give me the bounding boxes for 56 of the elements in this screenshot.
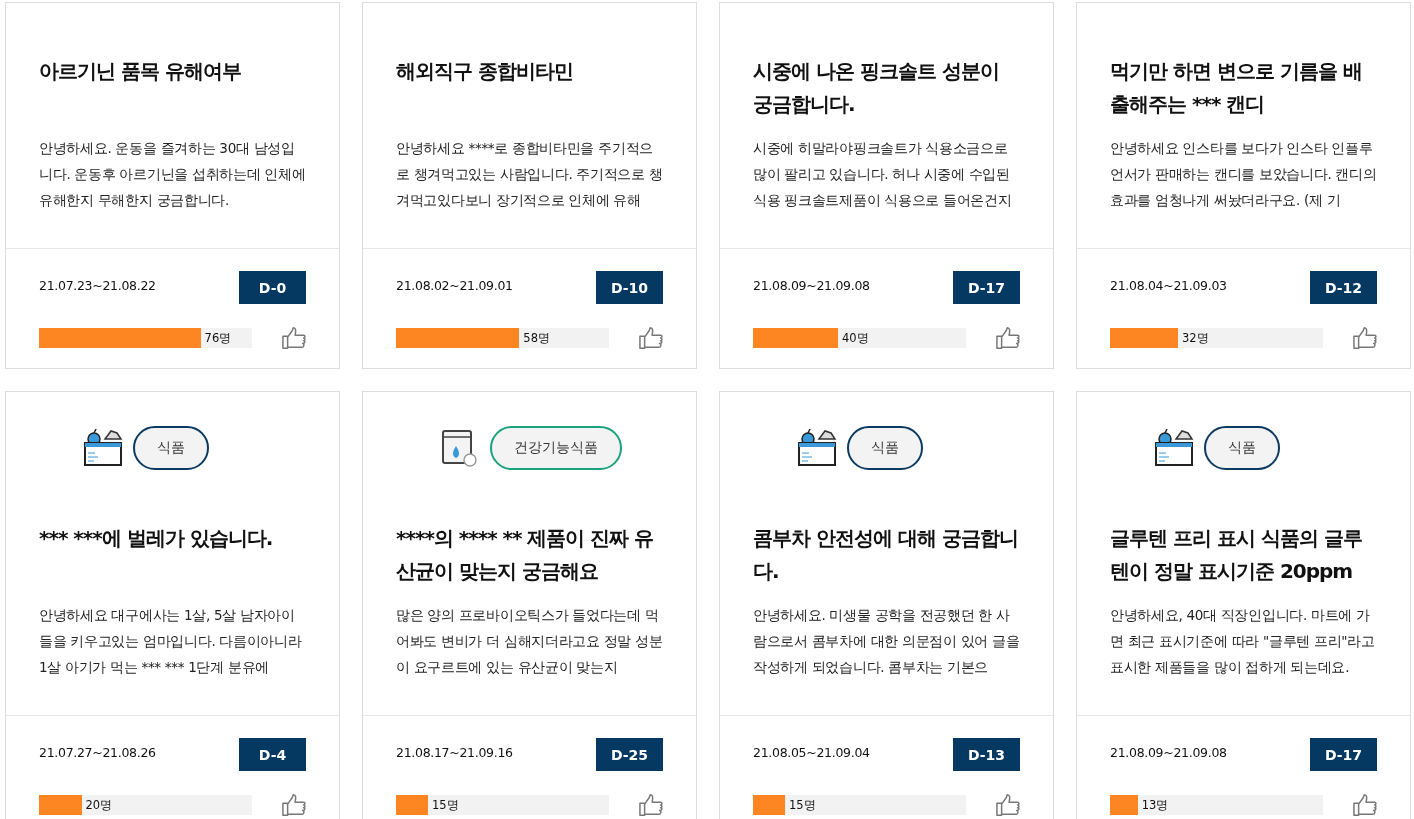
vote-count: 13명 bbox=[1141, 797, 1169, 813]
vote-count: 32명 bbox=[1182, 330, 1209, 346]
question-excerpt: 안녕하세요. 운동을 즐겨하는 30대 남성입니다. 운동후 아르기닌을 섭취하는데 인체에 유해한지 무해한지 궁금합니다. bbox=[39, 139, 306, 210]
date-range: 21.08.04~21.09.03 bbox=[1110, 278, 1227, 293]
date-range: 21.07.27~21.08.26 bbox=[39, 745, 156, 760]
vote-count: 76명 bbox=[204, 330, 232, 346]
thumbs-up-icon[interactable] bbox=[281, 793, 306, 817]
category-tag: 건강기능식품 bbox=[490, 426, 622, 470]
question-excerpt: 시중에 히말라야핑크솔트가 식용소금으로 많이 팔리고 있습니다. 허나 시중에 수입된 식용 핑크솔트제품이 식용으로 들어온건지 bbox=[753, 139, 1013, 210]
question-excerpt: 많은 양의 프로바이오틱스가 들었다는데 먹어봐도 변비가 더 심해지더라고요 정말 성분이 요구르트에 있는 유산균이 맞는지 bbox=[396, 606, 663, 677]
question-title[interactable]: ****의 **** ** 제품이 진짜 유산균이 맞는지 궁금해요 bbox=[396, 522, 663, 588]
question-excerpt: 안녕하세요, 40대 직장인입니다. 마트에 가면 최근 표시기준에 따라 "글루텐 프리"라고 표시한 제품들을 많이 접하게 되는데요. bbox=[1110, 606, 1376, 677]
date-range: 21.08.09~21.09.08 bbox=[1110, 745, 1227, 760]
d-day-badge: D-25 bbox=[596, 738, 663, 771]
thumbs-up-icon[interactable] bbox=[1352, 793, 1377, 817]
d-day-badge: D-17 bbox=[953, 271, 1020, 304]
d-day-badge: D-10 bbox=[596, 271, 663, 304]
d-day-badge: D-17 bbox=[1310, 738, 1377, 771]
vote-count: 40명 bbox=[842, 330, 869, 346]
date-range: 21.08.09~21.09.08 bbox=[753, 278, 870, 293]
thumbs-up-icon[interactable] bbox=[995, 793, 1020, 817]
question-excerpt: 안녕하세요 ****로 종합비타민을 주기적으로 챙겨먹고있는 사람입니다. 주기적으로 챙겨먹고있다보니 장기적으로 인체에 유해 bbox=[396, 139, 663, 210]
thumbs-up-icon[interactable] bbox=[1352, 326, 1377, 350]
d-day-badge: D-0 bbox=[239, 271, 306, 304]
grocery-box-icon bbox=[83, 429, 123, 467]
date-range: 21.07.23~21.08.22 bbox=[39, 278, 156, 293]
date-range: 21.08.17~21.09.16 bbox=[396, 745, 513, 760]
category-tag: 식품 bbox=[133, 426, 209, 470]
question-excerpt: 안녕하세요 인스타를 보다가 인스타 인플루언서가 판매하는 캔디를 보았습니다. 캔디의 효과를 엄청나게 써놨더라구요. (제 기 bbox=[1110, 139, 1377, 210]
thumbs-up-icon[interactable] bbox=[638, 793, 663, 817]
category-tag: 식품 bbox=[1204, 426, 1280, 470]
thumbs-up-icon[interactable] bbox=[638, 326, 663, 350]
grocery-box-icon bbox=[1154, 429, 1194, 467]
grocery-box-icon bbox=[797, 429, 837, 467]
vote-count: 20명 bbox=[85, 797, 113, 813]
question-title[interactable]: 먹기만 하면 변으로 기름을 배출해주는 *** 캔디 bbox=[1110, 55, 1377, 121]
question-title[interactable]: 글루텐 프리 표시 식품의 글루텐이 정말 표시기준 20ppm bbox=[1110, 522, 1377, 588]
question-excerpt: 안녕하세요. 미생물 공학을 전공했던 한 사람으로서 콤부차에 대한 의문점이 있어 글을 작성하게 되었습니다. 콤부차는 기본으 bbox=[753, 606, 1020, 677]
thumbs-up-icon[interactable] bbox=[995, 326, 1020, 350]
question-title[interactable]: 콤부차 안전성에 대해 궁금합니다. bbox=[753, 522, 1020, 588]
d-day-badge: D-13 bbox=[953, 738, 1020, 771]
category-tag: 식품 bbox=[847, 426, 923, 470]
question-title[interactable]: 해외직구 종합비타민 bbox=[396, 55, 663, 121]
vote-count: 15명 bbox=[431, 797, 459, 813]
supplement-pouch-icon bbox=[440, 428, 480, 468]
date-range: 21.08.02~21.09.01 bbox=[396, 278, 513, 293]
d-day-badge: D-4 bbox=[239, 738, 306, 771]
thumbs-up-icon[interactable] bbox=[281, 326, 306, 350]
vote-count: 58명 bbox=[523, 330, 550, 346]
vote-count: 15명 bbox=[788, 797, 816, 813]
date-range: 21.08.05~21.09.04 bbox=[753, 745, 870, 760]
question-title[interactable]: 아르기닌 품목 유해여부 bbox=[39, 55, 306, 121]
question-title[interactable]: *** ***에 벌레가 있습니다. bbox=[39, 522, 306, 588]
question-excerpt: 안녕하세요 대구에사는 1살, 5살 남자아이들을 키우고있는 엄마입니다. 다름이아니라 1살 아기가 먹는 *** *** 1단계 분유에 bbox=[39, 606, 303, 677]
d-day-badge: D-12 bbox=[1310, 271, 1377, 304]
question-title[interactable]: 시중에 나온 핑크솔트 성분이 궁금합니다. bbox=[753, 55, 1020, 121]
